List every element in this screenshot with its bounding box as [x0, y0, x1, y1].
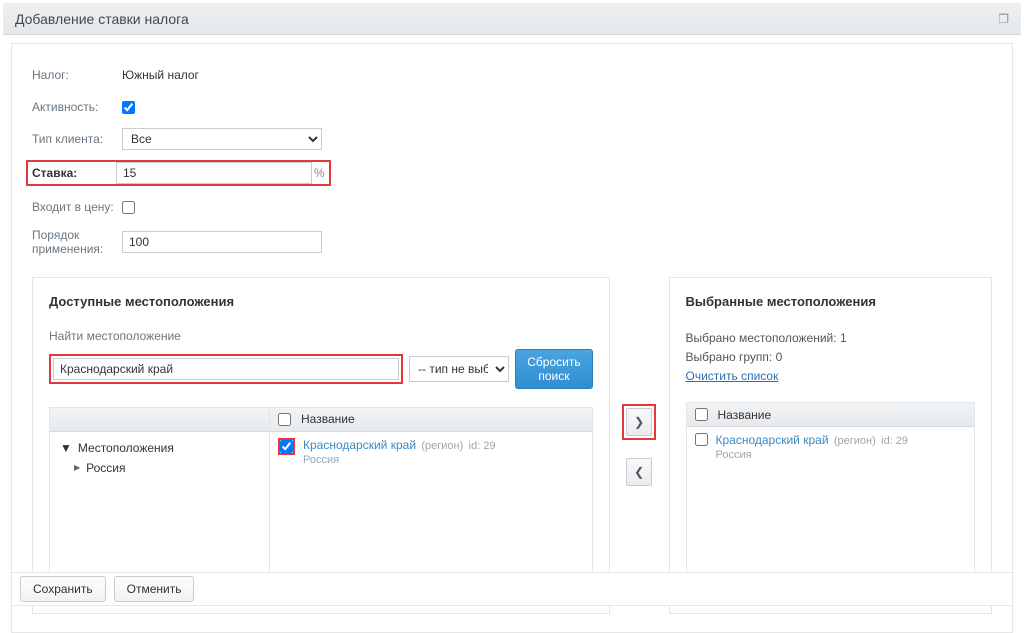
result-name: Краснодарский край: [303, 438, 416, 452]
transfer-left-button[interactable]: ❮: [626, 458, 652, 486]
sel-count-grp-label: Выбрано групп:: [686, 350, 773, 364]
included-label: Входит в цену:: [32, 200, 122, 214]
chevron-right-icon: ▶: [74, 463, 80, 472]
chevron-right-icon: ❯: [634, 415, 644, 429]
titlebar: Добавление ставки налога ❐: [3, 3, 1021, 35]
selected-title: Выбранные местоположения: [686, 294, 976, 309]
type-select[interactable]: -- тип не выбран: [409, 356, 509, 382]
client-type-select[interactable]: Все: [122, 128, 322, 150]
sel-count-loc-value: 1: [840, 331, 847, 345]
tax-value: Южный налог: [122, 68, 199, 82]
available-locations-box: Доступные местоположения Найти местополо…: [32, 277, 610, 614]
selected-locations-box: Выбранные местоположения Выбрано местопо…: [669, 277, 993, 614]
search-input[interactable]: [53, 358, 399, 380]
selected-result-id: id: 29: [881, 435, 908, 447]
activity-label: Активность:: [32, 100, 122, 114]
chevron-down-icon: ▼: [60, 441, 72, 455]
select-all-checkbox[interactable]: [278, 413, 291, 426]
result-type: (регион): [421, 440, 463, 452]
rate-label: Ставка:: [32, 166, 116, 180]
available-title: Доступные местоположения: [49, 294, 593, 309]
tree-root[interactable]: ▼ Местоположения: [58, 438, 261, 458]
order-label: Порядок применения:: [32, 228, 122, 257]
selected-result-type: (регион): [834, 435, 876, 447]
client-type-label: Тип клиента:: [32, 132, 122, 146]
reset-search-button[interactable]: Сбросить поиск: [515, 349, 593, 389]
result-country: Россия: [303, 454, 496, 466]
order-input[interactable]: [122, 231, 322, 253]
sel-count-grp-value: 0: [776, 350, 783, 364]
tax-label: Налог:: [32, 68, 122, 82]
result-checkbox[interactable]: [280, 440, 293, 453]
restore-icon[interactable]: ❐: [998, 12, 1009, 26]
clear-list-link[interactable]: Очистить список: [686, 369, 779, 383]
sel-count-loc-label: Выбрано местоположений:: [686, 331, 837, 345]
window-title: Добавление ставки налога: [15, 11, 189, 27]
selected-result-name: Краснодарский край: [716, 433, 829, 447]
cancel-button[interactable]: Отменить: [114, 576, 195, 602]
chevron-left-icon: ❮: [634, 465, 644, 479]
selected-result-country: Россия: [716, 449, 909, 461]
result-row[interactable]: Краснодарский край (регион) id: 29 Росси…: [270, 432, 592, 472]
selected-result-checkbox[interactable]: [695, 433, 708, 446]
activity-checkbox[interactable]: [122, 101, 135, 114]
selected-result-row[interactable]: Краснодарский край (регион) id: 29 Росси…: [687, 427, 975, 467]
transfer-right-button[interactable]: ❯: [626, 408, 652, 436]
rate-percent: %: [314, 166, 325, 180]
grid-header-name: Название: [301, 412, 355, 426]
search-label: Найти местоположение: [49, 329, 593, 343]
included-checkbox[interactable]: [122, 201, 135, 214]
footer-bar: Сохранить Отменить: [11, 572, 1013, 606]
save-button[interactable]: Сохранить: [20, 576, 106, 602]
result-id: id: 29: [469, 440, 496, 452]
selected-grid-header-name: Название: [718, 408, 772, 422]
selected-select-all-checkbox[interactable]: [695, 408, 708, 421]
tree-item-russia[interactable]: ▶ Россия: [58, 458, 261, 478]
rate-input[interactable]: [116, 162, 312, 184]
